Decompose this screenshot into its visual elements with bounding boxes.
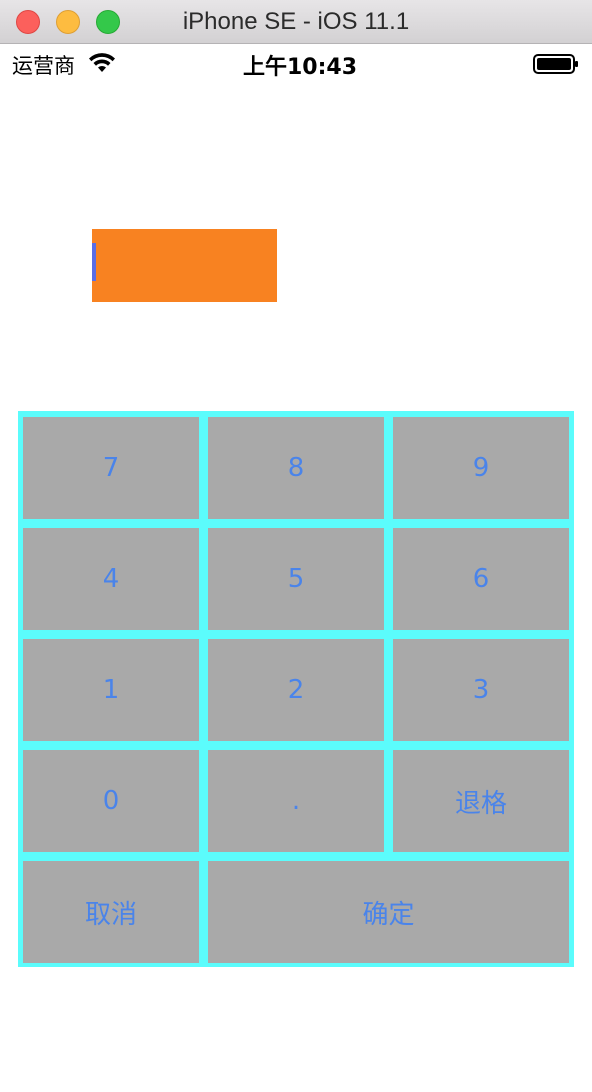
number-keypad: 7 8 9 4 5 6 1 2 3 0 . 退格 取消 确定: [18, 411, 574, 967]
key-decimal-point[interactable]: .: [208, 750, 384, 852]
key-2[interactable]: 2: [208, 639, 384, 741]
key-4[interactable]: 4: [23, 528, 199, 630]
key-1[interactable]: 1: [23, 639, 199, 741]
key-8[interactable]: 8: [208, 417, 384, 519]
key-9[interactable]: 9: [393, 417, 569, 519]
wifi-icon: [89, 53, 115, 72]
amount-input-field[interactable]: [92, 229, 277, 302]
minimize-window-button[interactable]: [56, 10, 80, 34]
key-0[interactable]: 0: [23, 750, 199, 852]
backspace-button[interactable]: 退格: [393, 750, 569, 852]
window-title: iPhone SE - iOS 11.1: [182, 8, 410, 35]
close-window-button[interactable]: [16, 10, 40, 34]
key-5[interactable]: 5: [208, 528, 384, 630]
status-bar: 运营商 上午10:43: [0, 44, 592, 84]
key-6[interactable]: 6: [393, 528, 569, 630]
cancel-button[interactable]: 取消: [23, 861, 199, 963]
confirm-button[interactable]: 确定: [208, 861, 569, 963]
window-titlebar: iPhone SE - iOS 11.1: [0, 0, 592, 44]
text-caret: [92, 243, 96, 281]
battery-icon: [533, 54, 578, 74]
carrier-label: 运营商: [12, 54, 75, 78]
simulator-window: iPhone SE - iOS 11.1 运营商 上午10:43 7 8 9 4…: [0, 0, 592, 1092]
zoom-window-button[interactable]: [96, 10, 120, 34]
status-time: 上午10:43: [242, 55, 358, 80]
key-7[interactable]: 7: [23, 417, 199, 519]
key-3[interactable]: 3: [393, 639, 569, 741]
